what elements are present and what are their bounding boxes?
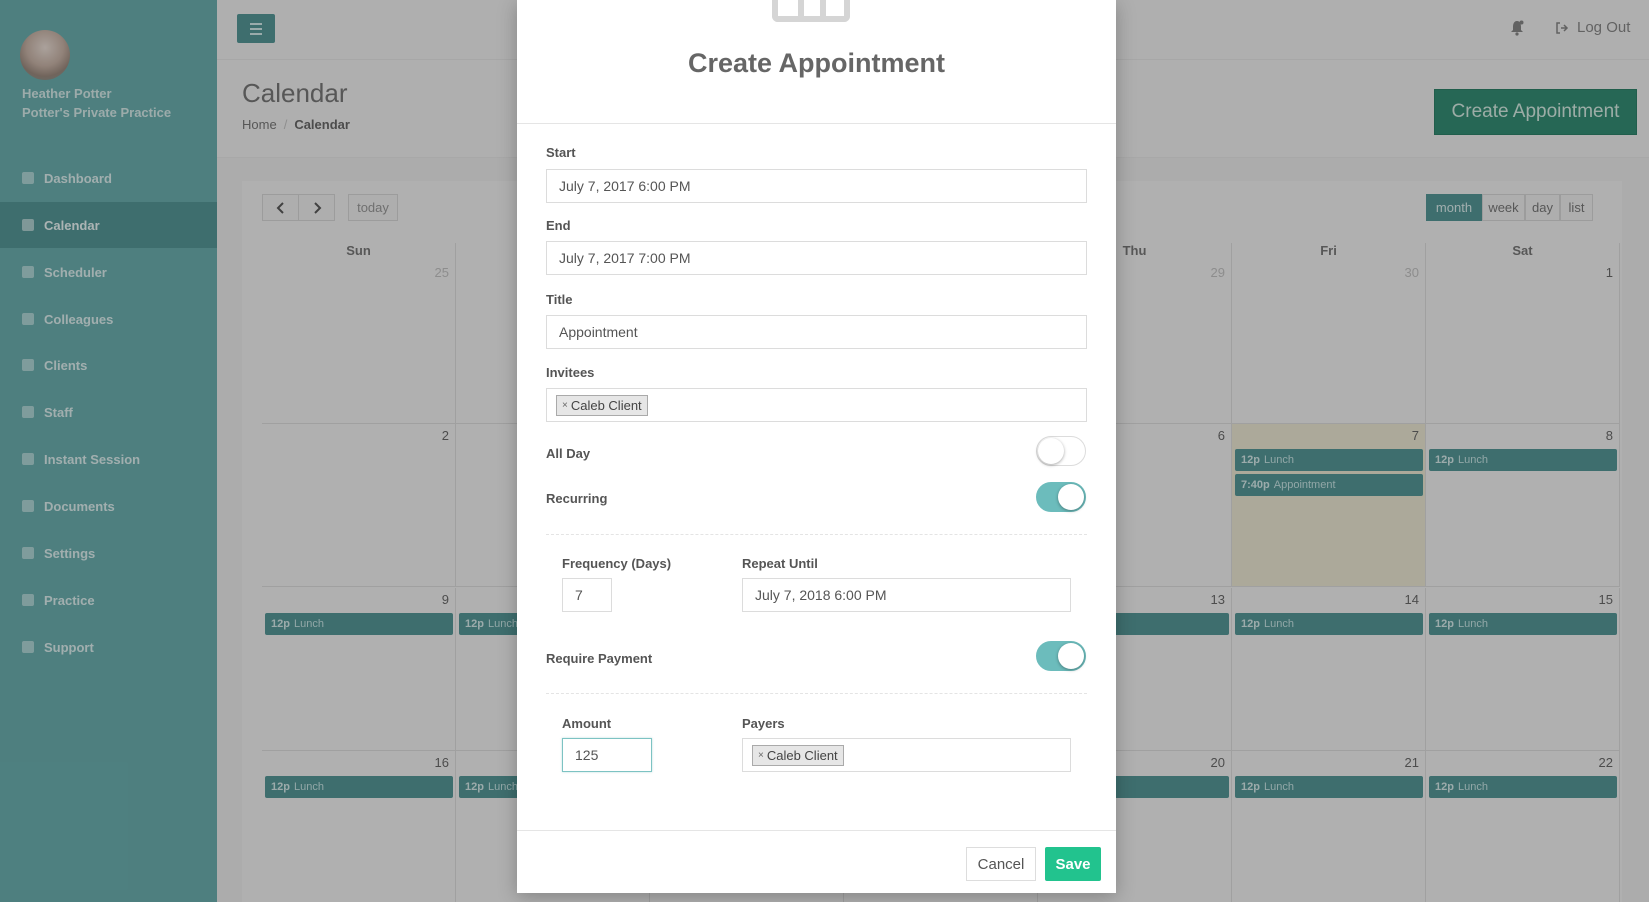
payers-label: Payers [742, 716, 785, 731]
divider [546, 534, 1087, 535]
all-day-toggle[interactable] [1036, 436, 1086, 466]
require-payment-label: Require Payment [546, 651, 653, 666]
modal-footer: Cancel Save [517, 830, 1116, 893]
save-button[interactable]: Save [1045, 847, 1101, 881]
cancel-button[interactable]: Cancel [966, 847, 1036, 881]
end-input[interactable]: July 7, 2017 7:00 PM [546, 241, 1087, 275]
invitee-tag: × Caleb Client [556, 394, 648, 416]
end-label: End [546, 218, 571, 233]
all-day-label: All Day [546, 446, 591, 461]
modal-header: Create Appointment [517, 0, 1116, 124]
remove-tag-icon[interactable]: × [562, 400, 568, 411]
remove-tag-icon[interactable]: × [758, 750, 764, 761]
start-input[interactable]: July 7, 2017 6:00 PM [546, 169, 1087, 203]
title-label: Title [546, 292, 573, 307]
start-label: Start [546, 145, 576, 160]
repeat-until-input[interactable]: July 7, 2018 6:00 PM [742, 578, 1071, 612]
invitees-field[interactable]: × Caleb Client [546, 388, 1087, 422]
payer-name: Caleb Client [766, 747, 838, 763]
invitee-name: Caleb Client [570, 397, 642, 413]
modal-title: Create Appointment [687, 48, 945, 78]
recurring-label: Recurring [546, 491, 608, 506]
invitees-label: Invitees [546, 365, 595, 380]
require-payment-toggle[interactable] [1036, 641, 1086, 671]
recurring-toggle[interactable] [1036, 482, 1086, 512]
create-appointment-modal: Create Appointment Start July 7, 2017 6:… [517, 0, 1116, 893]
divider [546, 693, 1087, 694]
amount-label: Amount [562, 716, 612, 731]
calendar-icon [772, 0, 850, 22]
frequency-label: Frequency (Days) [562, 556, 672, 571]
amount-input[interactable]: 125 [562, 738, 652, 772]
title-input[interactable]: Appointment [546, 315, 1087, 349]
frequency-input[interactable]: 7 [562, 578, 612, 612]
repeat-until-label: Repeat Until [742, 556, 818, 571]
payers-field[interactable]: × Caleb Client [742, 738, 1071, 772]
payer-tag: × Caleb Client [752, 744, 844, 766]
